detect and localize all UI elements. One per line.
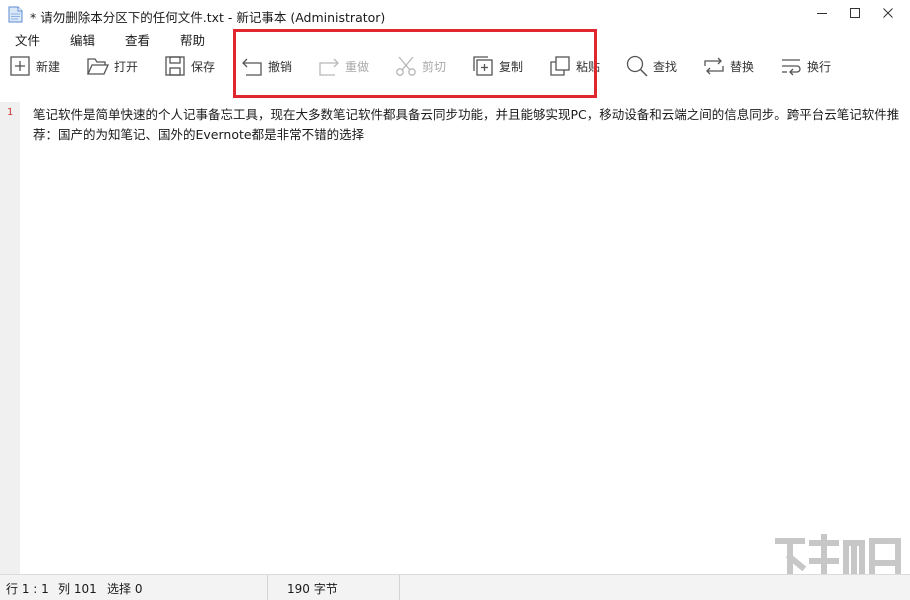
editor-text[interactable]: 笔记软件是简单快速的个人记事备忘工具，现在大多数笔记软件都具备云同步功能，并且能… xyxy=(33,105,903,145)
close-icon xyxy=(883,8,893,18)
status-separator xyxy=(399,575,400,600)
close-button[interactable] xyxy=(871,0,905,26)
editor-area[interactable]: 1 笔记软件是简单快速的个人记事备忘工具，现在大多数笔记软件都具备云同步功能，并… xyxy=(0,102,910,574)
paste-label: 粘贴 xyxy=(576,59,601,74)
menu-help[interactable]: 帮助 xyxy=(180,30,205,49)
undo-button[interactable]: 撤销 xyxy=(240,52,292,80)
save-button[interactable]: 保存 xyxy=(163,52,215,80)
open-folder-icon xyxy=(86,58,110,75)
menu-edit[interactable]: 编辑 xyxy=(70,30,95,49)
find-button[interactable]: 查找 xyxy=(625,52,677,80)
save-icon xyxy=(165,56,185,76)
new-label: 新建 xyxy=(36,59,61,74)
paste-button[interactable]: 粘贴 xyxy=(548,52,600,80)
status-size: 190 字节 xyxy=(287,582,338,596)
cut-button[interactable]: 剪切 xyxy=(394,52,446,80)
undo-icon xyxy=(242,58,262,76)
copy-icon xyxy=(473,56,493,76)
cut-icon xyxy=(396,56,416,76)
wrap-label: 换行 xyxy=(807,59,832,74)
redo-label: 重做 xyxy=(345,59,370,74)
status-selection: 选择 0 xyxy=(107,582,143,596)
undo-label: 撤销 xyxy=(268,59,293,74)
status-column: 列 101 xyxy=(58,582,97,596)
minimize-button[interactable] xyxy=(805,0,839,26)
replace-label: 替换 xyxy=(730,59,755,74)
open-label: 打开 xyxy=(114,59,139,74)
maximize-button[interactable] xyxy=(838,0,872,26)
toolbar: 新建 打开 保存 撤销 重做 剪切 复制 粘贴 查找 替换 换行 xyxy=(0,48,910,88)
new-file-icon xyxy=(10,56,30,76)
status-bar: 行 1 : 1 列 101 选择 0 190 字节 xyxy=(0,574,910,600)
cut-label: 剪切 xyxy=(422,59,447,74)
find-label: 查找 xyxy=(653,59,678,74)
paste-icon xyxy=(550,56,570,76)
replace-icon xyxy=(704,57,724,75)
copy-button[interactable]: 复制 xyxy=(471,52,523,80)
find-icon xyxy=(626,55,648,77)
redo-button[interactable]: 重做 xyxy=(317,52,369,80)
menu-bar: 文件 编辑 查看 帮助 xyxy=(0,28,910,48)
maximize-icon xyxy=(850,8,860,18)
notepad-icon xyxy=(8,6,23,23)
window-title: * 请勿删除本分区下的任何文件.txt - 新记事本 (Administrato… xyxy=(30,10,386,25)
wrap-button[interactable]: 换行 xyxy=(779,52,831,80)
menu-view[interactable]: 查看 xyxy=(125,30,150,49)
copy-label: 复制 xyxy=(499,59,524,74)
status-row: 行 1 : 1 xyxy=(6,582,49,596)
save-label: 保存 xyxy=(191,59,216,74)
line-number: 1 xyxy=(6,107,14,118)
title-bar: * 请勿删除本分区下的任何文件.txt - 新记事本 (Administrato… xyxy=(0,0,910,28)
status-separator xyxy=(267,575,268,600)
menu-file[interactable]: 文件 xyxy=(15,30,40,49)
line-number-gutter: 1 xyxy=(0,102,20,574)
wrap-icon xyxy=(782,59,801,76)
new-button[interactable]: 新建 xyxy=(8,52,60,80)
minimize-icon xyxy=(817,13,827,14)
open-button[interactable]: 打开 xyxy=(86,52,138,80)
replace-button[interactable]: 替换 xyxy=(702,52,754,80)
redo-icon xyxy=(319,58,339,76)
